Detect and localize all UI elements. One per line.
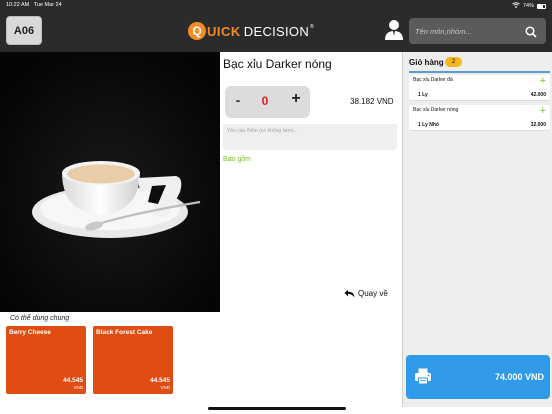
home-indicator[interactable] [208,407,346,410]
cart-item-quantity: 1 Ly [418,92,428,98]
cart-item-add-button[interactable]: + [540,106,546,117]
product-image [0,52,220,312]
suggestions-title: Có thể dùng chung [10,315,70,322]
logo-text-decision: DECISION [243,23,310,39]
app-header: A06 Q UICK DECISION ® [0,10,552,52]
suggestion-price: 44.545 [63,377,83,384]
suggestion-name: Berry Cheese [9,329,51,336]
cart-item-name: Bạc xỉu Darker nóng [413,107,459,113]
table-number-button[interactable]: A06 [6,16,42,45]
decrease-quantity-button[interactable]: - [230,92,246,112]
quick-decision-logo: Q UICK DECISION ® [188,19,314,43]
printer-icon [414,367,432,385]
checkout-total: 74.000 VND [494,372,544,382]
logo-text-uick: UICK [207,23,241,39]
cart-item-total: 42.000 [530,92,546,98]
wifi-icon [512,2,520,10]
suggestion-currency: VND [73,385,83,390]
suggestion-price: 44.545 [150,377,170,384]
quantity-stepper: - 0 + [225,86,310,118]
status-date: Tue Mar 24 [33,2,62,8]
user-icon[interactable] [384,19,404,41]
note-field [223,124,397,150]
increase-quantity-button[interactable]: + [287,90,305,112]
suggestion-card[interactable]: Black Forest Cake 44.545 VND [93,326,173,394]
quantity-value: 0 [261,94,269,108]
logo-registered: ® [310,24,314,30]
search-icon[interactable] [525,25,537,38]
battery-percent: 74% [522,3,534,9]
undo-arrow-icon [344,289,355,298]
back-label: Quay về [358,289,388,298]
cart-item-quantity: 1 Ly Nhỏ [418,122,439,128]
suggestion-name: Black Forest Cake [96,329,153,336]
status-time: 10:22 AM [6,2,30,8]
logo-q-mark: Q [188,22,206,40]
cart-count-badge: 2 [445,57,462,67]
checkout-button[interactable]: 74.000 VND [406,355,550,399]
cart-panel: Giỏ hàng 2 Bạc xỉu Darker đá + 1 Ly 42.0… [402,52,552,407]
cart-item[interactable]: Bạc xỉu Darker đá + 1 Ly 42.000 [409,75,550,101]
product-price: 38.182 VND [350,97,394,106]
cart-divider [409,71,550,73]
cart-item-name: Bạc xỉu Darker đá [413,77,453,83]
suggestion-currency: VND [160,385,170,390]
back-button[interactable]: Quay về [344,289,388,298]
cart-item[interactable]: Bạc xỉu Darker nóng + 1 Ly Nhỏ 32.000 [409,105,550,131]
search-box [409,18,546,44]
suggestion-card[interactable]: Berry Cheese 44.545 VND [6,326,86,394]
cart-item-total: 32.000 [530,122,546,128]
note-input[interactable] [227,126,393,136]
search-input[interactable] [415,22,521,40]
battery-icon [537,3,546,9]
cart-item-add-button[interactable]: + [540,76,546,87]
cart-title: Giỏ hàng [409,58,444,67]
included-label: Bao gồm [223,156,252,163]
product-title: Bạc xỉu Darker nóng [223,57,332,71]
status-bar: 10:22 AM Tue Mar 24 74% [0,0,552,10]
